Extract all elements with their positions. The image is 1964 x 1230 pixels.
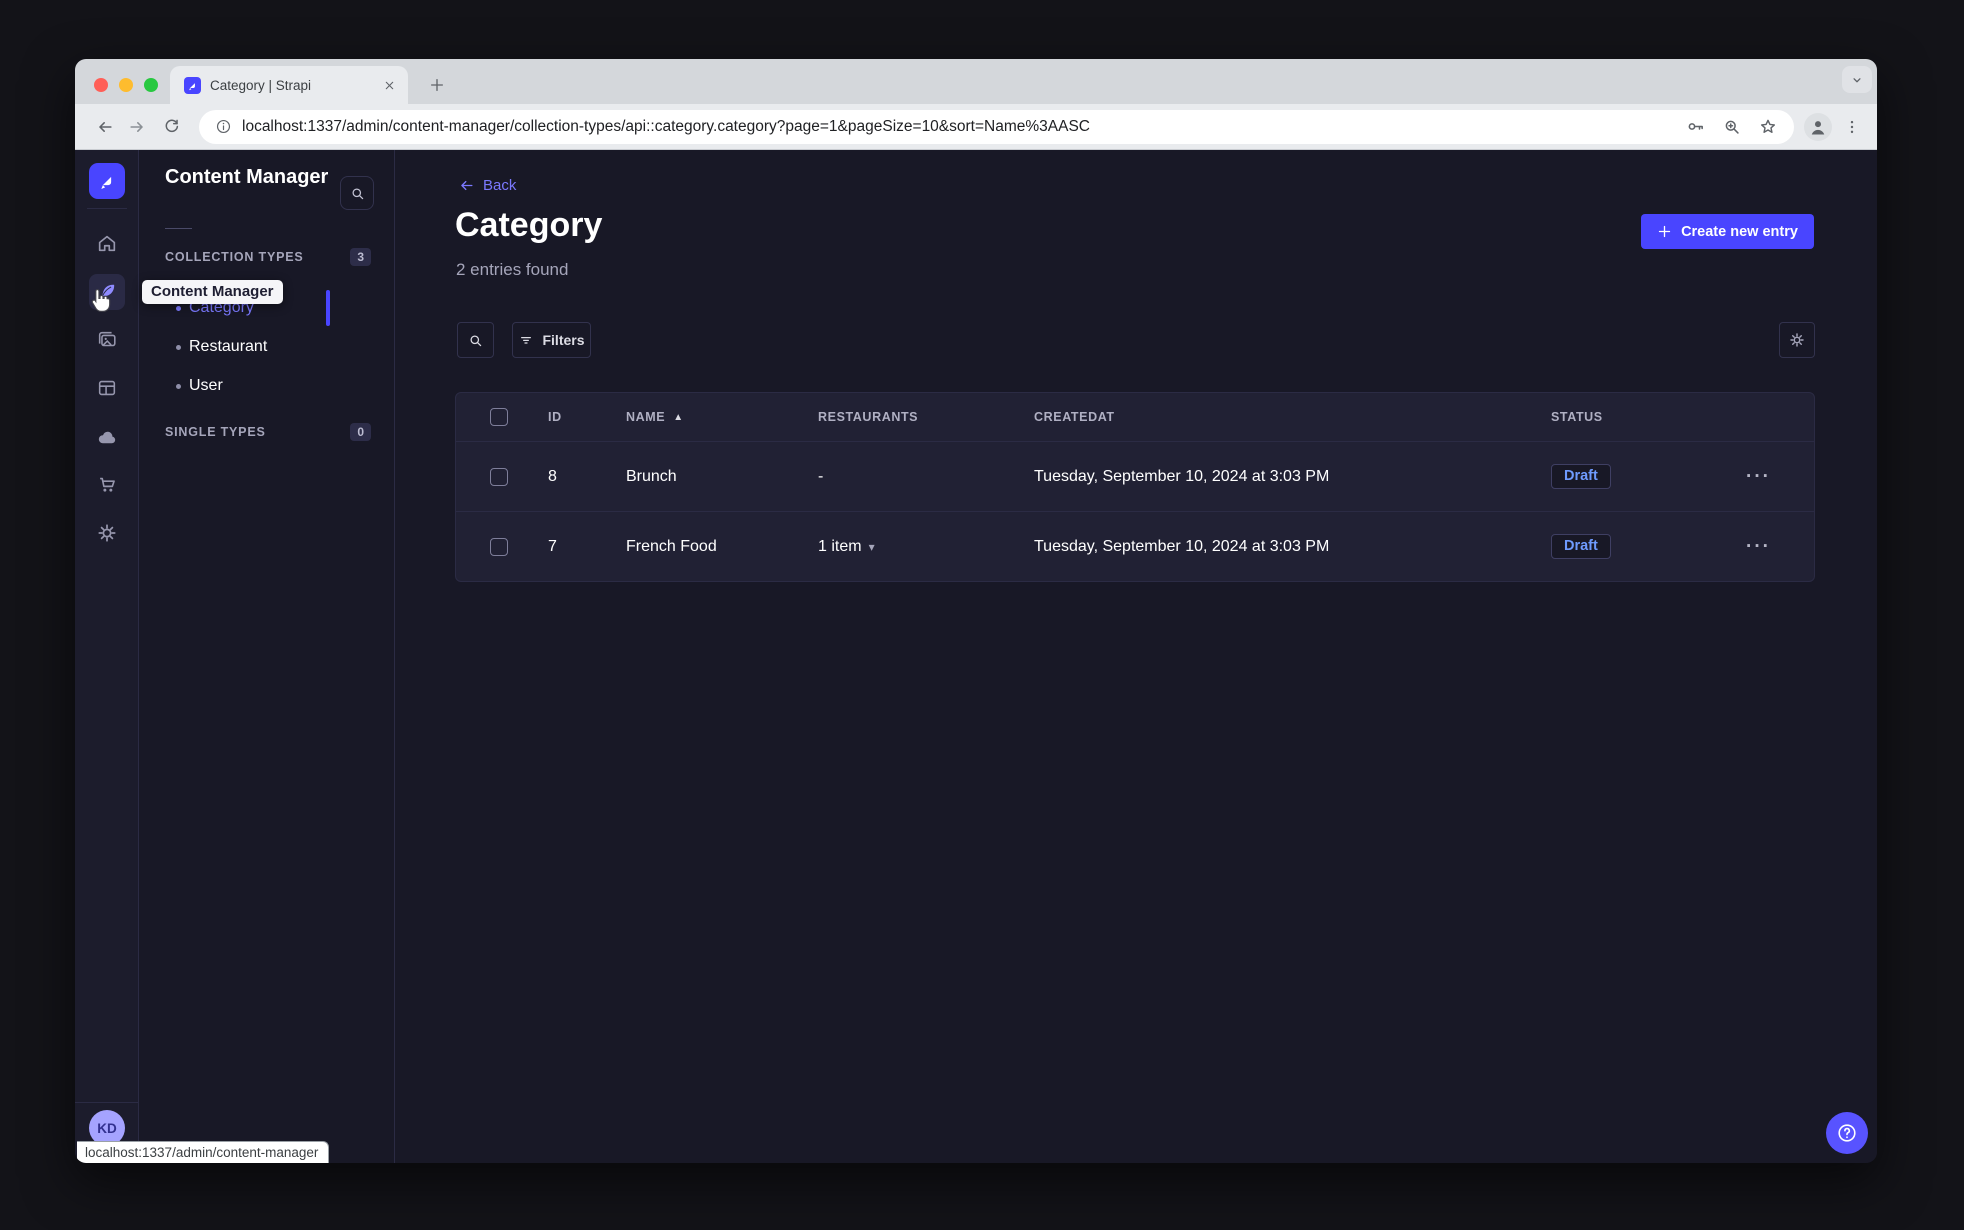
bullet-icon — [176, 383, 181, 389]
marketplace-cart-icon[interactable] — [89, 467, 125, 503]
sidebar-item-restaurant[interactable]: Restaurant — [140, 330, 395, 364]
forward-icon[interactable] — [123, 113, 151, 141]
row-actions-menu[interactable]: ··· — [1746, 467, 1814, 486]
sidebar-item-user[interactable]: User — [140, 369, 395, 403]
rail-divider — [87, 208, 127, 209]
new-tab-button[interactable] — [422, 70, 452, 100]
cell-createdat: Tuesday, September 10, 2024 at 3:03 PM — [1034, 467, 1330, 485]
subnav-title: Content Manager — [165, 166, 329, 188]
cell-name: French Food — [626, 537, 717, 555]
row-checkbox[interactable] — [490, 467, 508, 486]
single-types-count-badge: 0 — [350, 423, 371, 441]
strapi-app: KD Content Manager COLLECTION TYPES 3 Ca… — [75, 150, 1877, 1163]
column-header-id[interactable]: ID — [548, 410, 626, 424]
browser-profile-icon[interactable] — [1804, 112, 1832, 141]
cell-id: 7 — [548, 537, 557, 555]
hand-cursor — [89, 288, 112, 313]
back-icon[interactable] — [91, 113, 119, 141]
url-text[interactable]: localhost:1337/admin/content-manager/col… — [242, 118, 1673, 136]
minimize-window-button[interactable] — [119, 78, 133, 92]
create-new-entry-button[interactable]: Create new entry — [1641, 214, 1814, 249]
status-badge: Draft — [1551, 464, 1611, 489]
collection-types-label: COLLECTION TYPES — [165, 250, 304, 264]
table-header-row: ID NAME ▲ RESTAURANTS CREATEDAT STATUS — [456, 393, 1814, 441]
close-window-button[interactable] — [94, 78, 108, 92]
row-checkbox[interactable] — [490, 537, 508, 556]
filter-icon — [521, 337, 532, 344]
zoom-window-button[interactable] — [144, 78, 158, 92]
browser-menu-icon[interactable] — [1838, 113, 1866, 141]
tab-title: Category | Strapi — [210, 77, 312, 93]
single-types-label: SINGLE TYPES — [165, 425, 266, 439]
column-header-name[interactable]: NAME ▲ — [626, 410, 818, 424]
password-key-icon[interactable] — [1685, 116, 1706, 137]
row-actions-menu[interactable]: ··· — [1746, 537, 1814, 556]
active-item-indicator — [326, 290, 330, 326]
filters-button[interactable]: Filters — [512, 322, 591, 358]
sort-ascending-icon: ▲ — [673, 411, 684, 423]
plus-icon — [1658, 225, 1671, 238]
column-header-status[interactable]: STATUS — [1551, 410, 1746, 424]
subnav-divider — [165, 228, 192, 229]
tab-search-chevron-icon[interactable] — [1842, 66, 1872, 93]
bookmark-star-icon[interactable] — [1758, 117, 1778, 137]
link-status-bubble: localhost:1337/admin/content-manager — [77, 1141, 330, 1163]
desktop: { "browser": { "tab_title": "Category | … — [0, 0, 1964, 1230]
strapi-logo[interactable] — [89, 163, 125, 199]
address-bar[interactable]: localhost:1337/admin/content-manager/col… — [199, 109, 1794, 144]
browser-tab[interactable]: Category | Strapi — [170, 66, 408, 104]
cell-id: 8 — [548, 467, 557, 485]
cloud-icon[interactable] — [89, 419, 125, 455]
tab-close-icon[interactable] — [380, 76, 398, 94]
view-settings-gear-icon[interactable] — [1779, 322, 1815, 358]
site-info-icon[interactable] — [215, 118, 232, 135]
search-icon[interactable] — [457, 322, 494, 358]
reload-icon[interactable] — [157, 113, 185, 141]
table-row[interactable]: 8 Brunch - Tuesday, September 10, 2024 a… — [456, 441, 1814, 511]
collection-types-section: COLLECTION TYPES 3 — [165, 246, 371, 268]
browser-toolbar: localhost:1337/admin/content-manager/col… — [75, 104, 1877, 150]
page-title: Category — [455, 206, 603, 244]
content-type-builder-icon[interactable] — [89, 370, 125, 406]
help-button[interactable] — [1826, 1112, 1868, 1154]
question-mark-icon — [1838, 1124, 1856, 1142]
strapi-favicon-icon — [184, 76, 201, 94]
bullet-icon — [176, 344, 181, 350]
media-library-icon[interactable] — [89, 322, 125, 358]
browser-tabstrip: Category | Strapi — [75, 59, 1877, 104]
table-row[interactable]: 7 French Food 1 item ▾ Tuesday, Septembe… — [456, 511, 1814, 581]
column-header-restaurants[interactable]: RESTAURANTS — [818, 410, 1034, 424]
browser-window: Category | Strapi localhost:1337/admin/c… — [75, 59, 1877, 1163]
rail-divider — [75, 1102, 139, 1103]
entries-table: ID NAME ▲ RESTAURANTS CREATEDAT STATUS 8… — [455, 392, 1815, 582]
cell-name: Brunch — [626, 467, 677, 485]
entries-count: 2 entries found — [456, 260, 569, 279]
column-header-createdat[interactable]: CREATEDAT — [1034, 410, 1551, 424]
status-badge: Draft — [1551, 534, 1611, 559]
select-all-checkbox[interactable] — [490, 408, 508, 426]
content-manager-tooltip: Content Manager — [142, 280, 283, 304]
chevron-down-icon: ▾ — [868, 539, 875, 554]
zoom-in-icon[interactable] — [1722, 117, 1742, 137]
bullet-icon — [176, 305, 181, 311]
main-content — [395, 150, 1877, 1163]
back-link[interactable]: Back — [458, 177, 516, 194]
cell-restaurants[interactable]: 1 item ▾ — [818, 538, 1034, 556]
single-types-section: SINGLE TYPES 0 — [165, 421, 371, 443]
cell-restaurants: - — [818, 467, 824, 485]
cell-createdat: Tuesday, September 10, 2024 at 3:03 PM — [1034, 537, 1330, 555]
search-icon[interactable] — [340, 176, 374, 210]
settings-gear-icon[interactable] — [89, 515, 125, 551]
home-icon[interactable] — [89, 225, 125, 261]
collection-types-count-badge: 3 — [350, 248, 371, 266]
